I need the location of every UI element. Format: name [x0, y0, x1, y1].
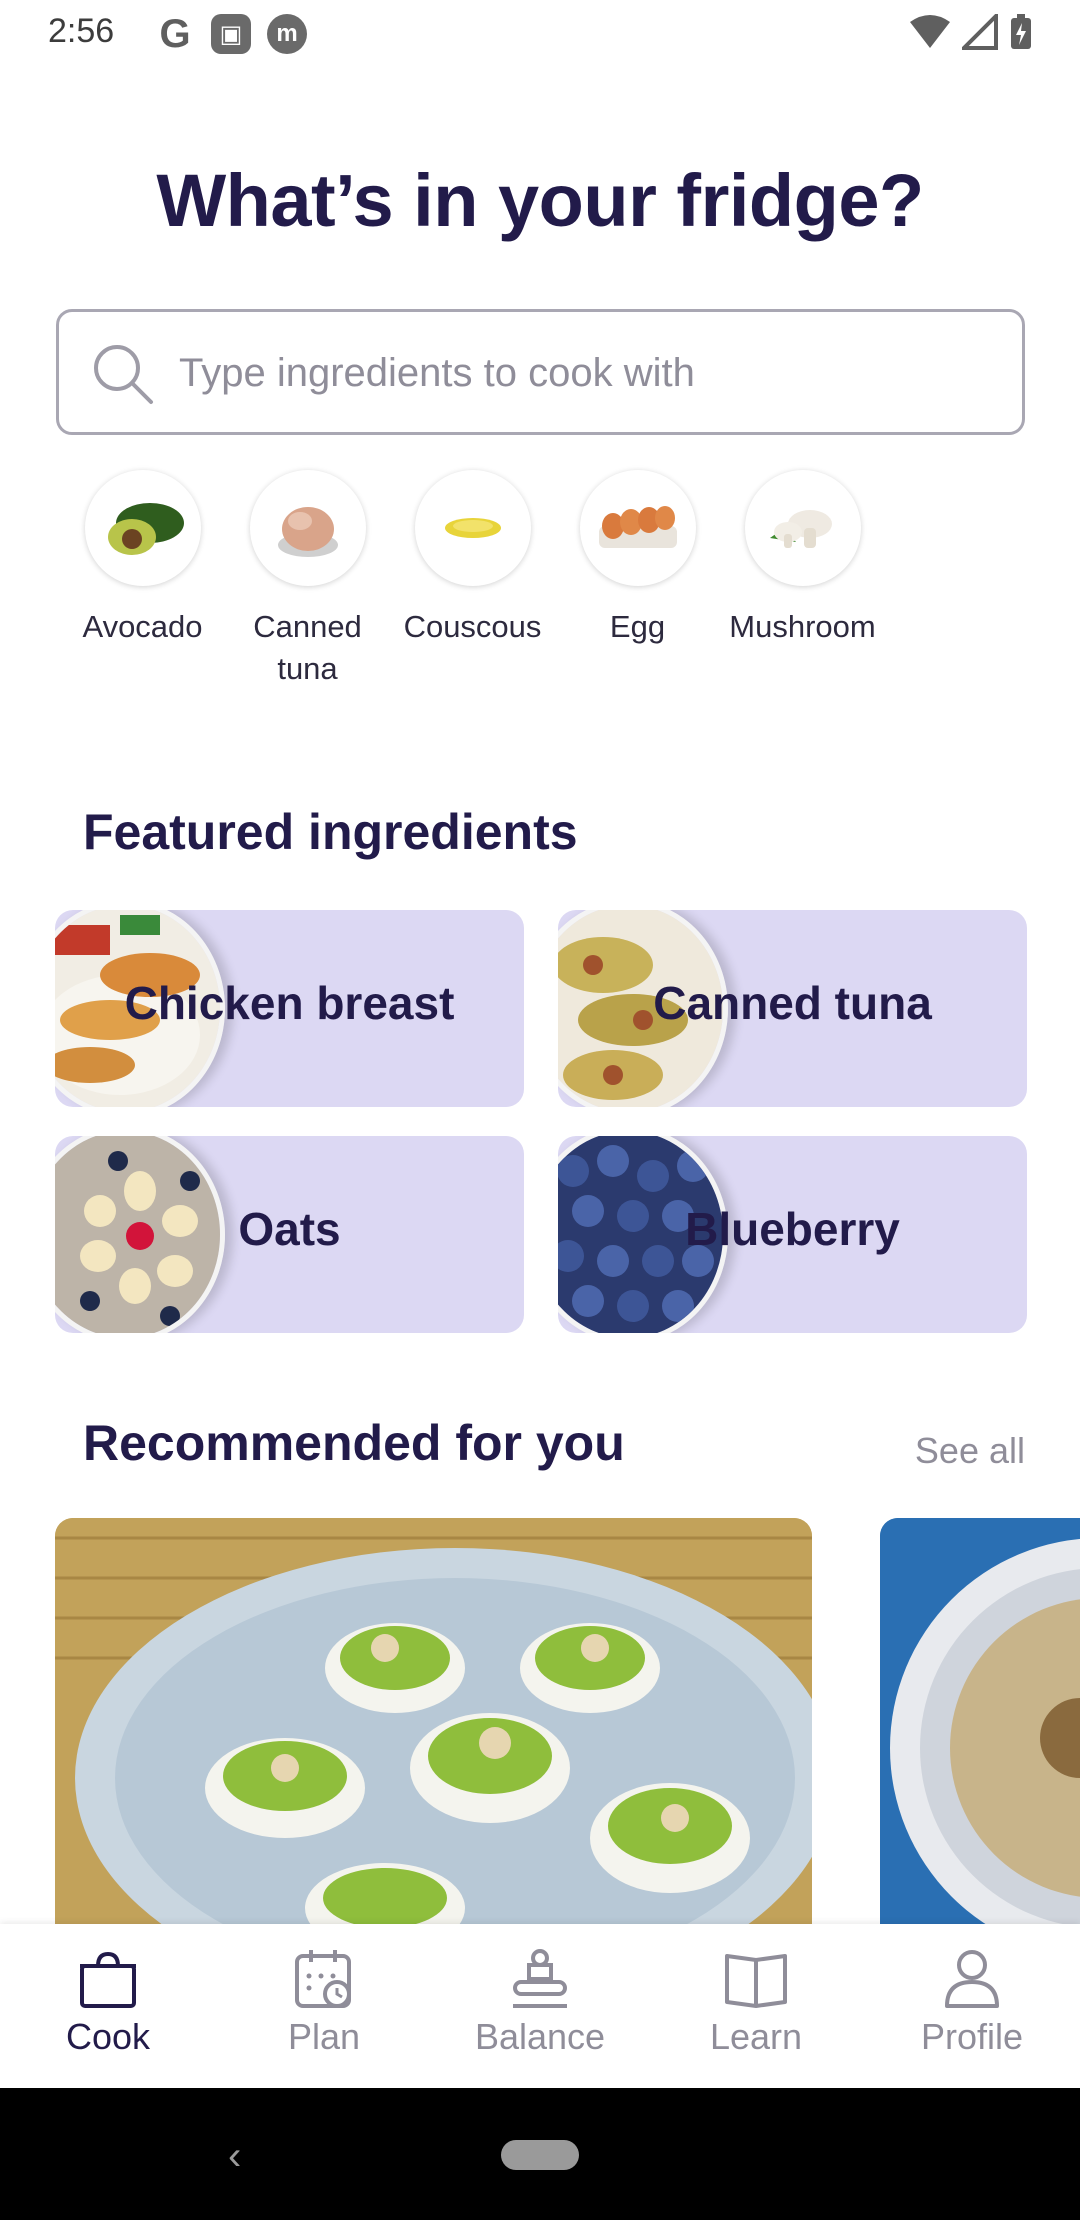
recipe-card-deviled-eggs[interactable]: [55, 1518, 812, 1928]
book-icon: [725, 1954, 787, 2008]
deviled-eggs-image: [55, 1518, 812, 1928]
ingredient-chip-couscous[interactable]: Couscous: [390, 470, 555, 690]
chip-label: Couscous: [403, 609, 542, 644]
calendar-icon: [295, 1950, 351, 2008]
featured-card-oats[interactable]: Oats: [55, 1136, 524, 1333]
signal-icon: [962, 14, 998, 50]
featured-card-canned-tuna[interactable]: Canned tuna: [558, 910, 1027, 1107]
battery-icon: [1011, 14, 1031, 49]
nav-label: Learn: [709, 2016, 803, 2057]
system-navigation-bar: ‹: [0, 2088, 1080, 2220]
egg-image: [579, 470, 696, 586]
mushroom-image: [744, 470, 861, 586]
nav-plan[interactable]: Plan: [216, 1924, 432, 2088]
featured-card-label: Canned tuna: [653, 977, 932, 1029]
search-input[interactable]: [179, 342, 999, 404]
person-icon: [945, 1950, 999, 2008]
featured-card-label: Oats: [238, 1203, 341, 1255]
nav-balance[interactable]: Balance: [432, 1924, 648, 2088]
featured-ingredients-title: Featured ingredients: [83, 804, 578, 860]
screen-icon: ▣: [211, 14, 251, 54]
chip-label: Canned tuna: [253, 609, 362, 686]
ingredient-chip-egg[interactable]: Egg: [555, 470, 720, 690]
recommended-title: Recommended for you: [83, 1415, 625, 1471]
scale-icon: [513, 1949, 567, 2008]
google-icon: G: [159, 11, 191, 56]
nav-label: Balance: [474, 2016, 606, 2057]
wifi-icon: [910, 15, 950, 48]
ingredient-search[interactable]: [56, 309, 1025, 435]
m-icon: m: [267, 14, 307, 54]
canned-tuna-image: [249, 470, 366, 586]
featured-card-blueberry[interactable]: Blueberry: [558, 1136, 1027, 1333]
featured-card-label: Blueberry: [685, 1203, 900, 1255]
chip-label: Egg: [609, 609, 666, 644]
ingredient-chip-avocado[interactable]: Avocado: [60, 470, 225, 690]
featured-card-label: Chicken breast: [124, 977, 455, 1029]
bottom-navigation: Cook Plan Balance Learn Profile: [0, 1924, 1080, 2088]
omelette-image: [880, 1518, 1080, 1928]
status-time: 2:56: [48, 12, 115, 50]
nav-learn[interactable]: Learn: [648, 1924, 864, 2088]
featured-card-chicken-breast[interactable]: Chicken breast: [55, 910, 524, 1107]
ingredient-chip-mushroom[interactable]: Mushroom: [720, 470, 885, 690]
see-all-link[interactable]: See all: [915, 1430, 1025, 1472]
quick-ingredient-list: Avocado Canned tuna Couscous Egg Mushroo…: [60, 470, 885, 690]
chip-label: Avocado: [82, 609, 203, 644]
nav-label: Plan: [287, 2016, 361, 2057]
nav-profile[interactable]: Profile: [864, 1924, 1080, 2088]
page-title: What’s in your fridge?: [156, 159, 924, 242]
search-icon: [94, 345, 153, 404]
status-bar: 2:56 G ▣ m: [0, 0, 1080, 66]
couscous-image: [414, 470, 531, 586]
avocado-image: [84, 470, 201, 586]
ingredient-chip-canned-tuna[interactable]: Canned tuna: [225, 470, 390, 690]
nav-label: Profile: [920, 2016, 1024, 2057]
nav-label: Cook: [65, 2016, 151, 2057]
chip-label: Mushroom: [729, 609, 876, 644]
back-icon[interactable]: ‹: [228, 2134, 241, 2179]
pot-icon: [80, 1951, 136, 2008]
recipe-card-second[interactable]: [880, 1518, 1080, 1928]
nav-cook[interactable]: Cook: [0, 1924, 216, 2088]
home-pill-icon[interactable]: [501, 2140, 579, 2170]
